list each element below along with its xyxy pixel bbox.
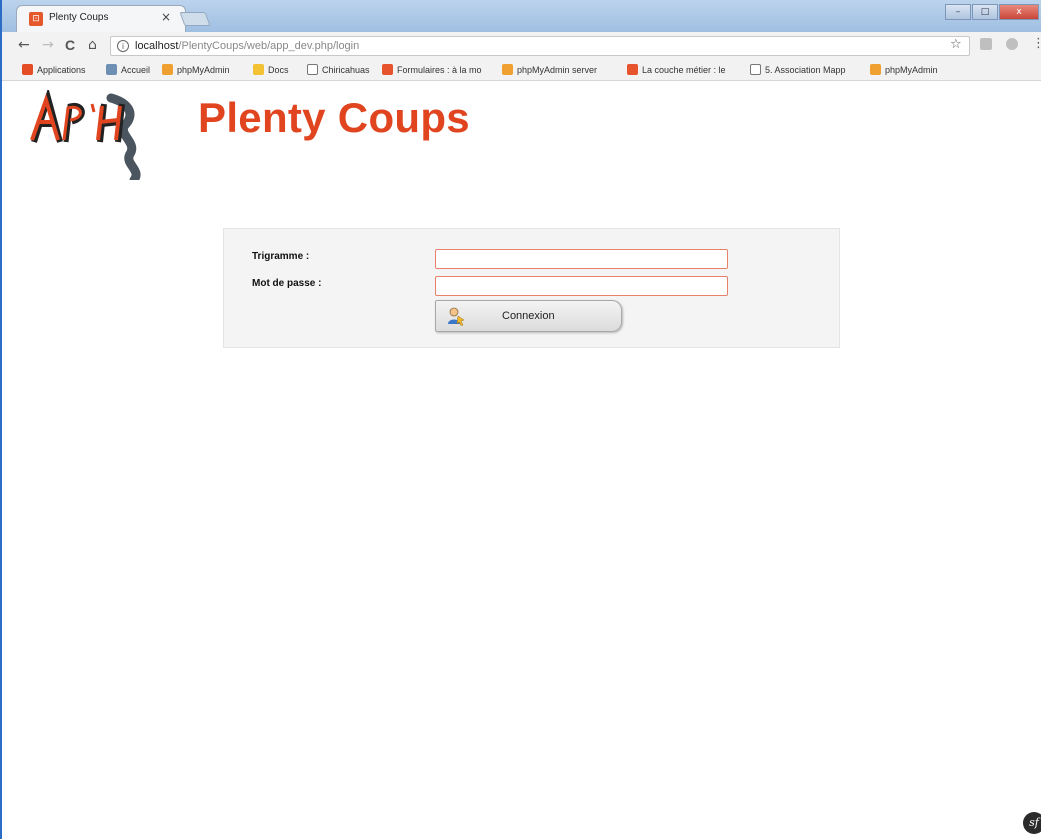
maximize-button[interactable]: □ (972, 4, 998, 20)
bookmark-label: La couche métier : le (642, 64, 726, 75)
apps-grid-icon (22, 64, 33, 75)
url-text: localhost/PlentyCoups/web/app_dev.php/lo… (135, 40, 359, 52)
bookmark-item[interactable]: Chiricahuas (307, 64, 370, 75)
bookmark-item[interactable]: phpMyAdmin server (502, 64, 597, 75)
bookmark-item[interactable]: 5. Association Mapp (750, 64, 846, 75)
bookmark-label: phpMyAdmin (177, 64, 230, 75)
bookmark-label: phpMyAdmin (885, 64, 938, 75)
bookmark-item[interactable]: Docs (253, 64, 289, 75)
bookmark-label: phpMyAdmin server (517, 64, 598, 75)
tab-title: Plenty Coups (49, 12, 109, 23)
back-arrow-icon[interactable]: ← (18, 37, 30, 53)
bookmark-item[interactable]: phpMyAdmin (870, 64, 938, 75)
new-tab-button[interactable] (179, 12, 211, 26)
phpmyadmin-icon (502, 64, 513, 75)
image-icon (106, 64, 117, 75)
trigram-label: Trigramme : (252, 251, 310, 262)
bookmark-item[interactable]: La couche métier : le (627, 64, 726, 75)
bookmark-star-icon[interactable]: ☆ (950, 37, 962, 52)
browser-toolbar: ← → C ⌂ i localhost/PlentyCoups/web/app_… (2, 32, 1041, 60)
bookmark-label: Formulaires : à la mo (397, 64, 482, 75)
bookmark-icon (627, 64, 638, 75)
url-path: /PlentyCoups/web/app_dev.php/login (178, 40, 360, 52)
bookmark-item[interactable]: phpMyAdmin (162, 64, 230, 75)
phpmyadmin-icon (162, 64, 173, 75)
window-controls: – □ x (945, 4, 1039, 20)
bookmarks-bar: Applications Accueil phpMyAdmin Docs Chirica… (2, 60, 1041, 81)
bookmark-item[interactable]: Accueil (106, 64, 150, 75)
address-bar[interactable]: i localhost/PlentyCoups/web/app_dev.php/… (110, 36, 970, 56)
extension-icon[interactable] (980, 38, 992, 50)
login-form: Trigramme : Mot de passe : Connexion (223, 228, 840, 348)
trigram-input[interactable] (435, 249, 728, 269)
password-label: Mot de passe : (252, 278, 322, 289)
bookmark-label: Chiricahuas (322, 64, 370, 75)
bookmark-item[interactable]: Formulaires : à la mo (382, 64, 482, 75)
close-window-button[interactable]: x (999, 4, 1039, 20)
user-login-icon (448, 307, 465, 326)
folder-icon (253, 64, 264, 75)
url-host: localhost (135, 40, 179, 52)
bookmark-item[interactable]: Applications (22, 64, 86, 75)
title-bar: ⊡ Plenty Coups × – □ x (2, 0, 1041, 32)
browser-window: ⊡ Plenty Coups × – □ x ← → C ⌂ i localho… (0, 0, 1041, 839)
page-icon (750, 64, 761, 75)
connexion-button-label: Connexion (502, 310, 555, 322)
symfony-toolbar-icon[interactable]: sf (1023, 812, 1041, 834)
bookmark-label: 5. Association Mapp (765, 64, 846, 75)
info-icon[interactable]: i (117, 40, 129, 52)
bookmark-label: Docs (268, 64, 289, 75)
home-icon[interactable]: ⌂ (88, 37, 97, 53)
tab-close-icon[interactable]: × (161, 10, 171, 24)
bookmark-label: Accueil (121, 64, 151, 75)
bookmark-icon (382, 64, 393, 75)
minimize-button[interactable]: – (945, 4, 971, 20)
phpmyadmin-icon (870, 64, 881, 75)
reload-icon[interactable]: C (65, 37, 75, 53)
bookmark-label: Applications (37, 64, 86, 75)
forward-arrow-icon[interactable]: → (42, 37, 54, 53)
page-content: Plenty Coups Trigramme : Mot de passe : … (2, 82, 1041, 839)
tab-favicon-icon: ⊡ (29, 12, 43, 26)
site-title: Plenty Coups (198, 94, 470, 141)
page-icon (307, 64, 318, 75)
browser-tab[interactable]: ⊡ Plenty Coups × (16, 5, 186, 32)
menu-icon[interactable]: ⋮ (1032, 36, 1041, 51)
connexion-button[interactable]: Connexion (435, 300, 622, 332)
aph-logo-icon (30, 90, 141, 180)
extension-shield-icon[interactable] (1006, 38, 1018, 50)
password-input[interactable] (435, 276, 728, 296)
